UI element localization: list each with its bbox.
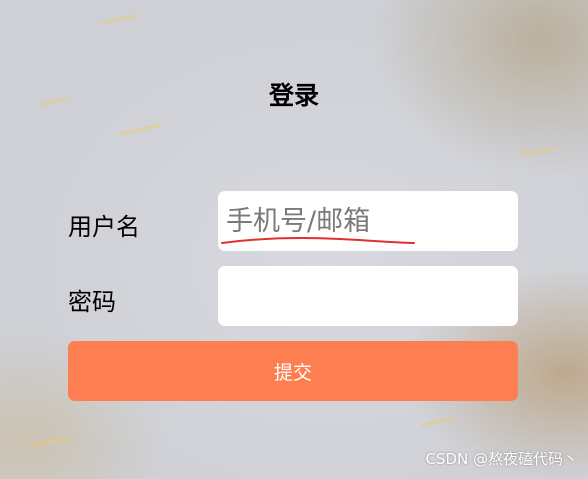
background-streak [520, 146, 556, 157]
login-title: 登录 [268, 81, 319, 110]
background-streak [420, 416, 454, 427]
background-streak [118, 123, 162, 136]
password-input[interactable] [218, 266, 518, 326]
submit-button[interactable]: 提交 [68, 341, 518, 401]
username-label: 用户名 [68, 213, 140, 241]
watermark: CSDN @熬夜磕代码丶 [425, 450, 578, 468]
password-label: 密码 [68, 288, 116, 316]
background-streak [100, 14, 138, 25]
background-streak [30, 435, 72, 448]
username-input[interactable] [218, 191, 518, 251]
